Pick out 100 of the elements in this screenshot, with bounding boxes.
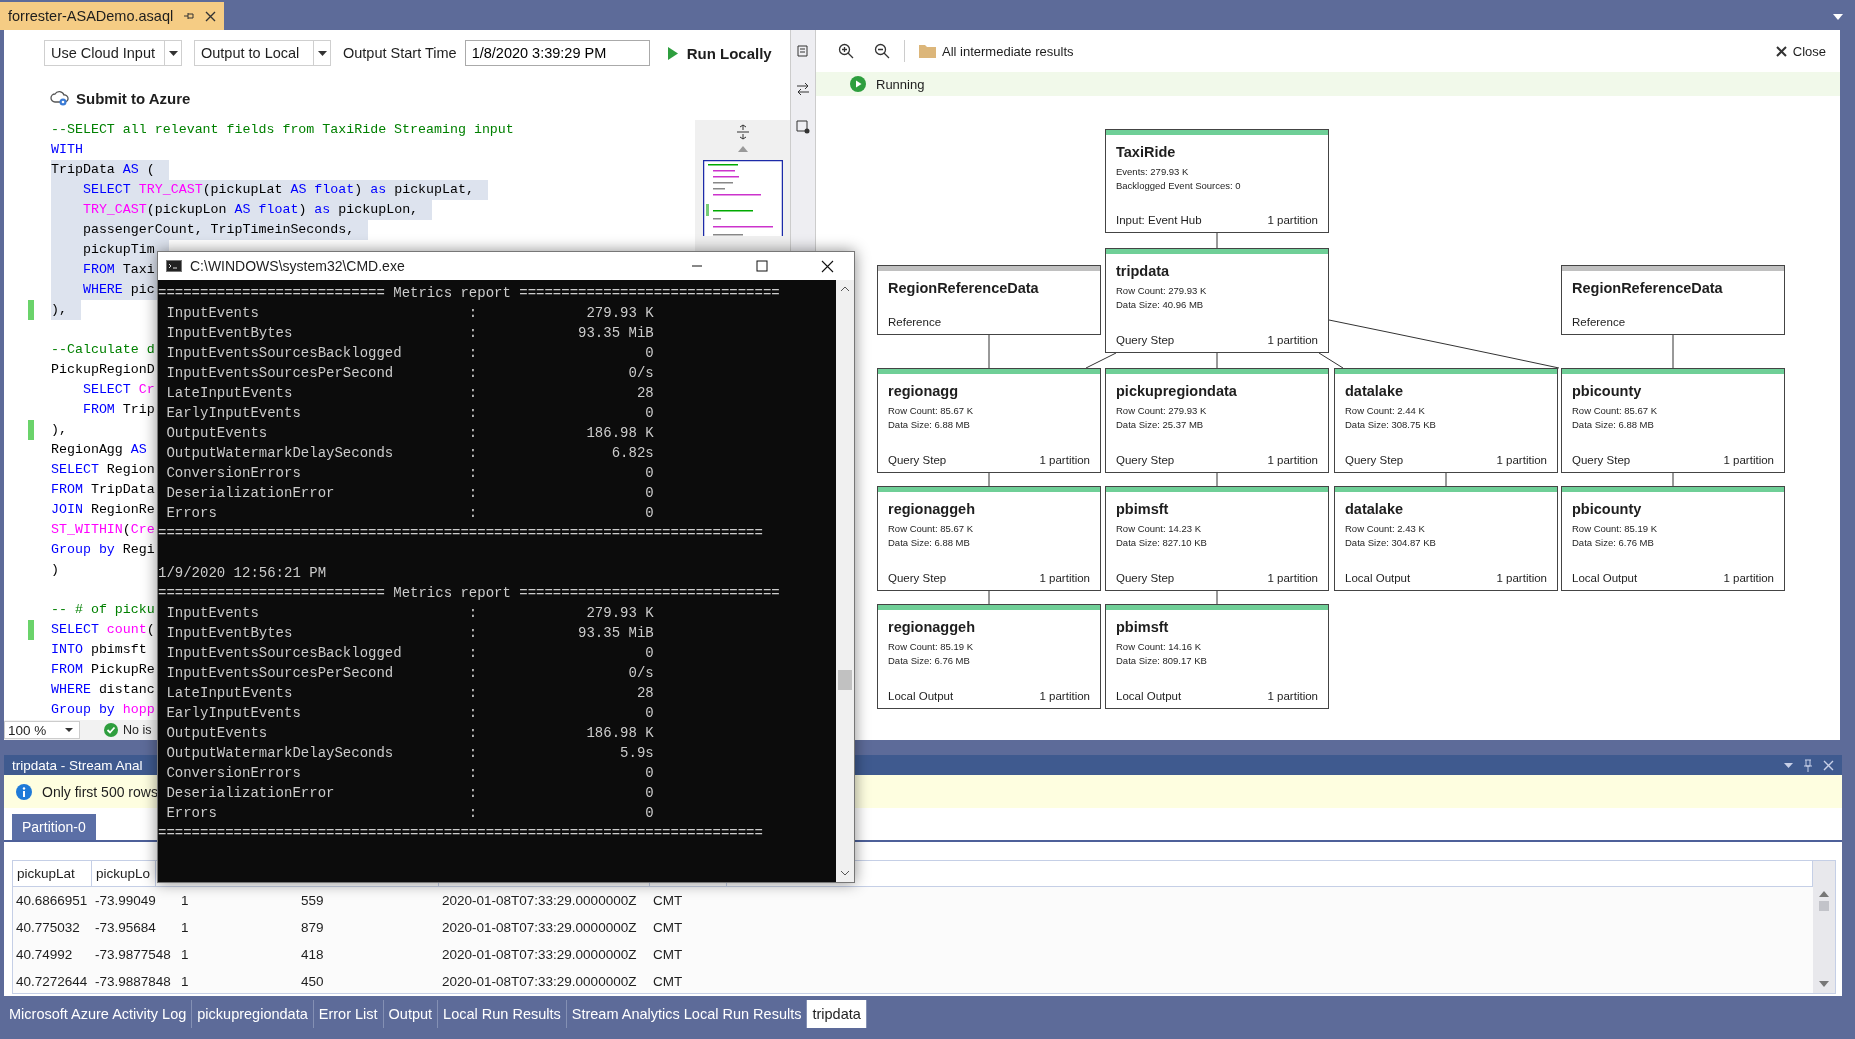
window-icon[interactable]	[796, 120, 810, 134]
document-icon[interactable]	[796, 44, 810, 58]
panel-title: tripdata - Stream Anal	[12, 757, 143, 773]
step-node[interactable]: pickupregiondata Row Count: 279.93 K Data Size: 25.37 MB Query Step 1 partition	[1105, 368, 1329, 473]
step-node[interactable]: pbicounty Row Count: 85.19 K Data Size: 6.76 MB Local Output 1 partition	[1561, 486, 1785, 591]
scrollbar-thumb[interactable]	[838, 670, 852, 690]
connector	[1445, 472, 1447, 487]
maximize-icon[interactable]	[756, 260, 768, 272]
run-locally-button[interactable]: Run Locally	[667, 44, 772, 62]
table-cell-text: -73.99049	[94, 893, 157, 908]
table-cell-text: 1	[180, 974, 190, 989]
step-node[interactable]: RegionReferenceData Reference	[877, 265, 1101, 335]
table-cell-text: 559	[300, 893, 325, 908]
caret-icon[interactable]	[1784, 762, 1793, 768]
table-cell-text: CMT	[652, 920, 684, 935]
console-line: EarlyInputEvents : 0	[165, 704, 655, 723]
code-line: --SELECT all relevant fields from TaxiRide Streaming input	[51, 121, 514, 139]
node-stat: Backlogged Event Sources: 0	[1116, 179, 1242, 193]
notice-text: Only first 500 rows	[42, 783, 158, 800]
zoom-in-icon[interactable]	[838, 43, 854, 59]
overflow-caret-icon[interactable]	[1833, 14, 1843, 20]
scrollbar-thumb[interactable]	[1819, 901, 1829, 911]
pin-icon[interactable]	[1803, 758, 1813, 772]
code-line: Group by hopp	[51, 701, 155, 719]
connector	[988, 334, 990, 369]
column-header[interactable]: pickupLo	[92, 861, 156, 886]
step-node[interactable]: pbimsft Row Count: 14.23 K Data Size: 827.10 KB Query Step 1 partition	[1105, 486, 1329, 591]
console-line: ConversionErrors : 0	[165, 764, 655, 783]
intermediate-results-button[interactable]: All intermediate results	[919, 43, 1074, 59]
scroll-up-icon[interactable]	[840, 286, 850, 292]
caret-icon	[168, 50, 178, 56]
node-type: Query Step	[1116, 572, 1175, 584]
swap-icon[interactable]	[796, 82, 810, 96]
document-tab[interactable]: forrester-ASADemo.asaql	[0, 2, 225, 30]
panel-tab[interactable]: pickupregiondata	[192, 1000, 314, 1028]
console-line: ========================================================================	[158, 824, 764, 843]
table-cell-text: -73.9887848	[94, 974, 172, 989]
partition-count: 1 partition	[1723, 572, 1774, 584]
node-type: Query Step	[1345, 454, 1404, 466]
start-time-field[interactable]: 1/8/2020 3:39:29 PM	[464, 40, 650, 66]
node-stat: Data Size: 6.76 MB	[1572, 536, 1655, 550]
panel-tab[interactable]: Local Run Results	[438, 1000, 567, 1028]
split-icon[interactable]	[734, 124, 751, 140]
panel-tab[interactable]: Output	[383, 1000, 439, 1028]
console-line: InputEvents : 279.93 K	[165, 604, 655, 623]
console-line: DeserializationError : 0	[165, 784, 655, 803]
node-title: regionaggeh	[888, 501, 976, 517]
scroll-up-icon[interactable]	[1819, 891, 1829, 897]
node-stat: Row Count: 14.23 K	[1116, 522, 1203, 536]
console-line: InputEventsSourcesPerSecond : 0/s	[165, 364, 655, 383]
node-stat: Row Count: 279.93 K	[1116, 284, 1208, 298]
step-node[interactable]: datalake Row Count: 2.44 K Data Size: 308.75 KB Query Step 1 partition	[1334, 368, 1558, 473]
zoom-out-icon[interactable]	[874, 43, 890, 59]
info-icon	[16, 783, 32, 800]
table-cell-text: 879	[300, 920, 325, 935]
close-button[interactable]: Close	[1775, 43, 1826, 59]
panel-tab[interactable]: Error List	[313, 1000, 384, 1028]
node-type: Local Output	[1572, 572, 1638, 584]
step-node[interactable]: regionaggeh Row Count: 85.19 K Data Size: 6.76 MB Local Output 1 partition	[877, 604, 1101, 709]
input-dropdown[interactable]: Use Cloud Input	[44, 40, 182, 66]
close-icon[interactable]	[205, 10, 217, 22]
step-node[interactable]: TaxiRide Events: 279.93 K Backlogged Event Sources: 0 Input: Event Hub 1 partition	[1105, 129, 1329, 233]
connector	[1672, 472, 1674, 487]
column-header[interactable]: pickupLat	[13, 861, 92, 886]
step-node[interactable]: tripdata Row Count: 279.93 K Data Size: 40.96 MB Query Step 1 partition	[1105, 248, 1329, 353]
node-title: datalake	[1345, 383, 1405, 399]
partition-count: 1 partition	[1723, 454, 1774, 466]
step-node[interactable]: regionagg Row Count: 85.67 K Data Size: 6.88 MB Query Step 1 partition	[877, 368, 1101, 473]
panel-tab[interactable]: tripdata	[807, 1000, 867, 1028]
partition-count: 1 partition	[1496, 572, 1547, 584]
partition-count: 1 partition	[1267, 572, 1318, 584]
console-window[interactable]	[157, 251, 855, 883]
step-node[interactable]: RegionReferenceData Reference	[1561, 265, 1785, 335]
output-dropdown[interactable]: Output to Local	[194, 40, 331, 66]
pin-icon[interactable]	[183, 10, 196, 22]
node-title: tripdata	[1116, 263, 1171, 279]
step-node[interactable]: pbimsft Row Count: 14.16 K Data Size: 809.17 KB Local Output 1 partition	[1105, 604, 1329, 709]
node-title: pbicounty	[1572, 383, 1643, 399]
close-icon[interactable]	[821, 259, 834, 273]
node-type: Query Step	[1572, 454, 1631, 466]
step-node[interactable]: datalake Row Count: 2.43 K Data Size: 304.87 KB Local Output 1 partition	[1334, 486, 1558, 591]
submit-button[interactable]: Submit to Azure	[50, 89, 191, 107]
console-line: Errors : 0	[165, 504, 655, 523]
connector	[1216, 232, 1218, 249]
partition-tab[interactable]: Partition-0	[12, 814, 96, 840]
table-cell-text: 2020-01-08T07:33:29.0000000Z	[441, 893, 638, 908]
code-line: Group by Regi	[51, 541, 155, 559]
scroll-down-icon[interactable]	[1819, 981, 1829, 987]
node-type: Reference	[1572, 316, 1626, 328]
partition-count: 1 partition	[1039, 454, 1090, 466]
scroll-down-icon[interactable]	[840, 870, 850, 876]
step-node[interactable]: pbicounty Row Count: 85.67 K Data Size: 6.88 MB Query Step 1 partition	[1561, 368, 1785, 473]
node-type: Query Step	[888, 572, 947, 584]
code-line: WITH	[51, 141, 83, 159]
zoom-dropdown[interactable]: 100 %	[4, 721, 80, 739]
panel-tab[interactable]: Microsoft Azure Activity Log	[4, 1000, 193, 1028]
code-minimap[interactable]	[702, 160, 783, 236]
step-node[interactable]: regionaggeh Row Count: 85.67 K Data Size: 6.88 MB Query Step 1 partition	[877, 486, 1101, 591]
node-title: regionagg	[888, 383, 960, 399]
node-type: Local Output	[1345, 572, 1411, 584]
